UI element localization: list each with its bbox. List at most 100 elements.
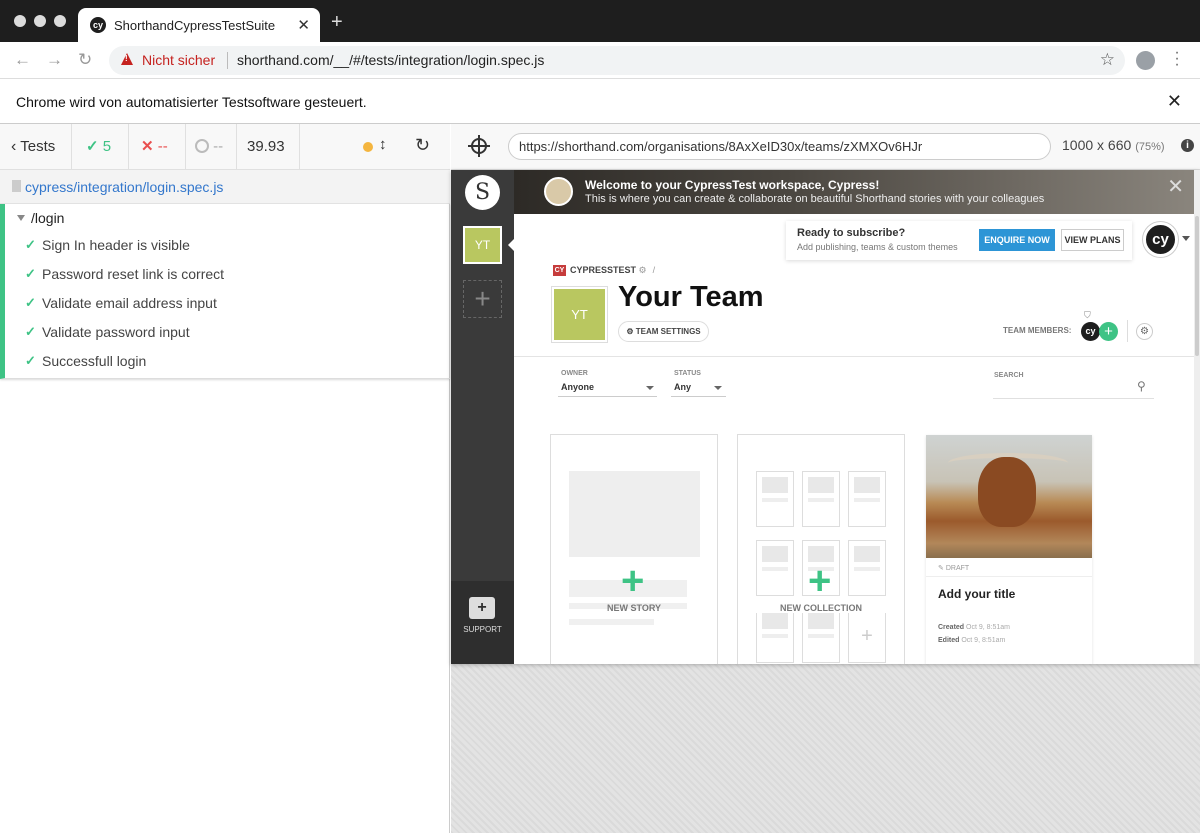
minimize-window-button[interactable] (34, 15, 46, 27)
file-icon (12, 180, 21, 192)
failed-count: ✕ -- (129, 124, 186, 170)
reload-icon[interactable]: ↻ (78, 50, 92, 70)
pending-circle-icon (195, 139, 209, 153)
test-item[interactable]: ✓ Validate email address input (25, 291, 445, 320)
new-story-card[interactable]: + NEW STORY (550, 434, 718, 664)
test-item[interactable]: ✓ Password reset link is correct (25, 262, 445, 291)
placeholder-image (569, 471, 700, 557)
automation-notice: Chrome wird von automatisierter Testsoft… (16, 94, 367, 110)
story-status-text: DRAFT (945, 565, 970, 572)
story-created: Created Oct 9, 8:51am (938, 624, 1010, 631)
running-indicator-icon (363, 142, 373, 152)
plus-icon: + (808, 559, 832, 603)
story-title[interactable]: Add your title (938, 587, 1015, 601)
org-badge: CY (553, 265, 566, 277)
menu-dots-icon[interactable]: · · · (1172, 45, 1182, 73)
tab-title: ShorthandCypressTestSuite (114, 18, 276, 33)
collection-thumbnail (802, 607, 840, 663)
address-bar[interactable]: Nicht sicher shorthand.com/__/#/tests/in… (109, 46, 1125, 75)
support-label: SUPPORT (463, 625, 502, 634)
browser-tab[interactable]: cy ShorthandCypressTestSuite ✕ (78, 8, 320, 42)
cypress-favicon-icon: cy (90, 17, 106, 33)
close-infobar-icon[interactable]: ✕ (1167, 91, 1182, 112)
test-item[interactable]: ✓ Validate password input (25, 320, 445, 349)
suite-title[interactable]: /login (31, 210, 64, 226)
close-banner-icon[interactable]: ✕ (1167, 174, 1184, 199)
plus-icon: + (621, 559, 645, 603)
collection-thumbnail (756, 540, 794, 596)
subscribe-title: Ready to subscribe? (797, 227, 906, 239)
security-indicator[interactable]: Nicht sicher (142, 52, 215, 68)
shorthand-sidebar: S YT + + SUPPORT (451, 170, 514, 664)
add-member-button[interactable]: + (1099, 322, 1118, 341)
url-text[interactable]: shorthand.com/__/#/tests/integration/log… (237, 52, 544, 68)
new-collection-card[interactable]: + + NEW COLLECTION (737, 434, 905, 664)
check-icon: ✓ (25, 324, 36, 339)
gear-icon[interactable]: ⚙ (1136, 323, 1153, 340)
tests-back-button[interactable]: ‹ Tests (0, 124, 72, 170)
search-input[interactable] (993, 398, 1154, 399)
restart-icon[interactable]: ↻ (415, 135, 430, 156)
chevron-down-icon (646, 386, 654, 390)
chevron-left-icon: ‹ (11, 138, 17, 155)
aut-url-field[interactable]: https://shorthand.com/organisations/8AxX… (508, 133, 1051, 160)
edited-value: Oct 9, 8:51am (961, 637, 1006, 644)
forward-icon[interactable]: → (46, 50, 63, 70)
member-avatar[interactable]: cy (1081, 322, 1100, 341)
page-title: Your Team (618, 281, 764, 313)
reporter-panel: ‹ Tests ✓ 5 ✕ -- -- 39.93 ↕ ↻ cypress/in… (0, 124, 450, 833)
test-item[interactable]: ✓ Successfull login (25, 349, 445, 378)
team-settings-button[interactable]: ⚙ TEAM SETTINGS (618, 321, 709, 342)
info-icon[interactable]: i (1181, 139, 1194, 152)
search-icon[interactable]: ⚲ (1137, 379, 1146, 393)
org-name[interactable]: CYPRESSTEST (570, 265, 636, 275)
active-team-pointer-icon (508, 239, 514, 251)
check-icon: ✓ (25, 237, 36, 252)
edited-label: Edited (938, 637, 960, 644)
support-button[interactable]: + SUPPORT (451, 581, 514, 664)
image-cow-shape (978, 457, 1036, 527)
test-item[interactable]: ✓ Sign In header is visible (25, 233, 445, 262)
collection-thumbnail (756, 471, 794, 527)
add-team-button[interactable]: + (463, 280, 502, 318)
selector-playground-crosshair-icon[interactable] (468, 135, 490, 157)
maximize-window-button[interactable] (54, 15, 66, 27)
owner-filter-label: OWNER (561, 370, 588, 377)
view-plans-button[interactable]: VIEW PLANS (1061, 229, 1124, 251)
tests-label: Tests (20, 138, 56, 155)
aut-header: https://shorthand.com/organisations/8AxX… (451, 124, 1200, 170)
user-avatar[interactable]: cy (1143, 222, 1178, 257)
story-status: ✎ DRAFT (938, 564, 969, 572)
divider (1127, 320, 1128, 342)
check-icon: ✓ (25, 266, 36, 281)
back-icon[interactable]: ← (14, 50, 31, 70)
spec-file-link[interactable]: cypress/integration/login.spec.js (25, 179, 223, 195)
bookmark-star-icon[interactable]: ☆ (1100, 50, 1115, 70)
shorthand-logo[interactable]: S (465, 175, 500, 210)
collapse-caret-icon[interactable] (17, 215, 25, 221)
chevron-down-icon[interactable] (1182, 236, 1190, 241)
banner-subtitle: This is where you can create & collabora… (585, 193, 1045, 205)
new-collection-label: NEW COLLECTION (738, 603, 904, 613)
created-value: Oct 9, 8:51am (966, 624, 1010, 631)
enquire-now-button[interactable]: ENQUIRE NOW (979, 229, 1055, 251)
owner-filter-select[interactable]: Anyone (558, 382, 657, 397)
new-tab-button[interactable]: + (331, 12, 343, 32)
close-window-button[interactable] (14, 15, 26, 27)
passed-count: ✓ 5 (72, 124, 129, 170)
story-edited: Edited Oct 9, 8:51am (938, 637, 1005, 644)
scrollbar-thumb[interactable] (1195, 216, 1199, 356)
check-icon: ✓ (86, 138, 99, 155)
resize-arrows-icon[interactable]: ↕ (379, 136, 387, 153)
scrollbar[interactable] (1194, 170, 1200, 664)
new-story-label: NEW STORY (606, 603, 661, 613)
collection-thumbnail (802, 471, 840, 527)
team-switcher-yt[interactable]: YT (463, 226, 502, 264)
status-filter-label: STATUS (674, 370, 701, 377)
close-tab-icon[interactable]: ✕ (297, 16, 310, 34)
profile-avatar-icon[interactable] (1136, 51, 1155, 70)
gear-icon[interactable]: ⚙ (639, 265, 647, 275)
banner-title: Welcome to your CypressTest workspace, C… (585, 178, 880, 192)
story-card[interactable]: ✎ DRAFT Add your title Created Oct 9, 8:… (926, 435, 1092, 664)
pencil-icon: ✎ (938, 565, 944, 572)
